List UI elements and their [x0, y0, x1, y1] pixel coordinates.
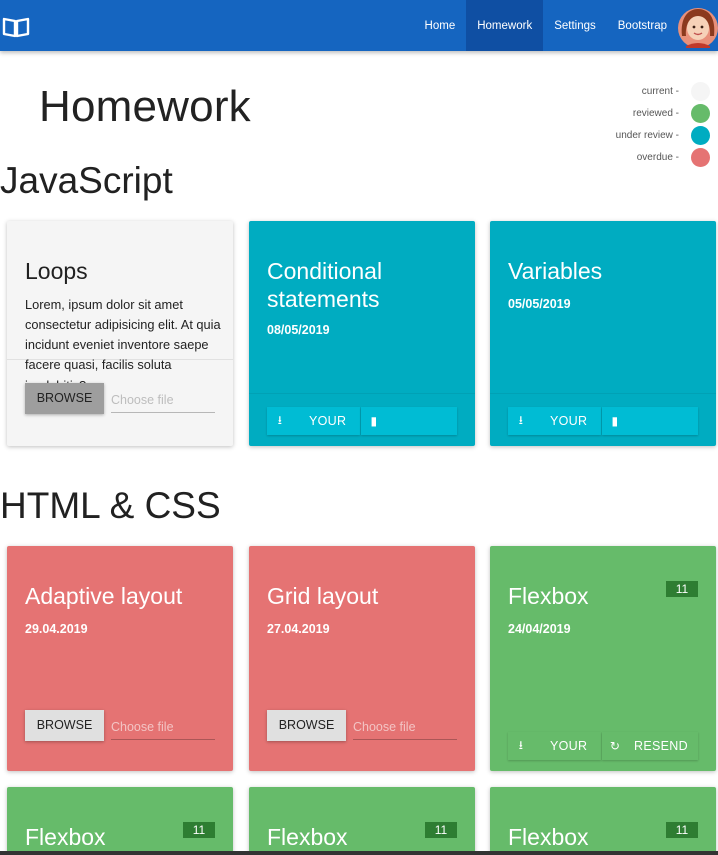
legend-label: overdue -	[636, 151, 679, 163]
card-title: Loops	[25, 258, 88, 284]
homework-card-adaptive-layout[interactable]: Adaptive layout 29.04.2019 BROWSE Choose…	[7, 546, 233, 771]
card-date: 29.04.2019	[25, 622, 88, 636]
nav-item-homework[interactable]: Homework	[466, 0, 544, 51]
status-legend: current - reviewed - under review - over…	[580, 80, 710, 168]
grade-badge: 11	[666, 581, 698, 597]
homework-card-flexbox[interactable]: Flexbox 11	[7, 787, 233, 855]
legend-item-under-review: under review -	[580, 124, 710, 146]
section-title-html-css: HTML & CSS	[0, 485, 221, 526]
reviewed-status-dot	[691, 103, 710, 123]
homework-card-grid-layout[interactable]: Grid layout 27.04.2019 BROWSE Choose fil…	[249, 546, 475, 771]
book-logo-icon[interactable]	[2, 16, 30, 38]
delete-button[interactable]: ▮	[602, 407, 698, 435]
legend-item-overdue: overdue -	[580, 146, 710, 168]
button-label: YOUR	[550, 739, 588, 753]
nav-item-settings[interactable]: Settings	[543, 0, 607, 51]
homework-card-loops[interactable]: Loops Lorem, ipsum dolor sit amet consec…	[7, 221, 233, 446]
grade-badge: 11	[183, 822, 215, 838]
browse-button[interactable]: BROWSE	[25, 383, 104, 414]
avatar[interactable]	[678, 6, 718, 48]
page-title: Homework	[39, 82, 251, 131]
card-title: Flexbox	[25, 824, 106, 850]
card-date: 24/04/2019	[508, 622, 571, 636]
card-date: 08/05/2019	[267, 323, 330, 337]
card-date: 05/05/2019	[508, 297, 571, 311]
delete-button[interactable]: ▮	[361, 407, 457, 435]
nav-menu: Home Homework Settings Bootstrap	[414, 0, 678, 51]
overdue-status-dot	[691, 147, 710, 167]
card-actions: ⭳ YOUR ▮	[508, 407, 698, 435]
card-date: 27.04.2019	[267, 622, 330, 636]
homework-card-flexbox[interactable]: Flexbox 11	[490, 787, 716, 855]
browse-button[interactable]: BROWSE	[267, 710, 346, 741]
download-your-button[interactable]: ⭳ YOUR	[267, 407, 360, 435]
button-label: RESEND	[634, 739, 688, 753]
legend-label: under review -	[615, 129, 679, 141]
trash-icon: ▮	[370, 414, 378, 428]
download-icon: ⭳	[518, 412, 524, 427]
trash-icon: ▮	[611, 414, 619, 428]
download-your-button[interactable]: ⭳ YOUR	[508, 407, 601, 435]
button-label: YOUR	[550, 414, 588, 428]
legend-item-reviewed: reviewed -	[580, 102, 710, 124]
card-actions: ⭳ YOUR ↻ RESEND	[508, 732, 698, 760]
file-input[interactable]: Choose file	[353, 714, 457, 740]
top-navbar: Home Homework Settings Bootstrap	[0, 0, 718, 51]
card-title: Conditional statements	[267, 258, 383, 312]
card-actions: ⭳ YOUR ▮	[267, 407, 457, 435]
bottom-edge	[0, 851, 718, 855]
current-status-dot	[691, 81, 710, 101]
file-input[interactable]: Choose file	[111, 387, 215, 413]
download-your-button[interactable]: ⭳ YOUR	[508, 732, 601, 760]
card-divider	[490, 393, 716, 394]
download-icon: ⭳	[518, 737, 524, 752]
card-title: Flexbox	[267, 824, 348, 850]
card-divider	[7, 359, 233, 360]
card-title: Grid layout	[267, 583, 379, 609]
button-label: YOUR	[309, 414, 347, 428]
card-title: Flexbox	[508, 824, 589, 850]
under-review-status-dot	[691, 125, 710, 145]
nav-item-home[interactable]: Home	[414, 0, 467, 51]
legend-label: reviewed -	[632, 107, 679, 119]
card-description: Lorem, ipsum dolor sit amet consectetur …	[25, 297, 221, 372]
grade-badge: 11	[666, 822, 698, 838]
homework-card-flexbox[interactable]: Flexbox 11 24/04/2019 ⭳ YOUR ↻ RESEND	[490, 546, 716, 771]
card-divider	[249, 393, 475, 394]
legend-item-current: current -	[580, 80, 710, 102]
file-input[interactable]: Choose file	[111, 714, 215, 740]
grade-badge: 11	[425, 822, 457, 838]
homework-card-conditional-statements[interactable]: Conditional statements 08/05/2019 ⭳ YOUR…	[249, 221, 475, 446]
card-title: Variables	[508, 258, 603, 284]
download-icon: ⭳	[277, 412, 283, 427]
section-title-javascript: JavaScript	[0, 160, 173, 201]
legend-label: current -	[641, 85, 679, 97]
homework-card-variables[interactable]: Variables 05/05/2019 ⭳ YOUR ▮	[490, 221, 716, 446]
refresh-icon: ↻	[609, 739, 621, 753]
nav-item-bootstrap[interactable]: Bootstrap	[607, 0, 678, 51]
card-title: Adaptive layout	[25, 583, 183, 609]
card-title: Flexbox	[508, 583, 589, 609]
resend-button[interactable]: ↻ RESEND	[602, 732, 698, 760]
browse-button[interactable]: BROWSE	[25, 710, 104, 741]
homework-card-flexbox[interactable]: Flexbox 11	[249, 787, 475, 855]
